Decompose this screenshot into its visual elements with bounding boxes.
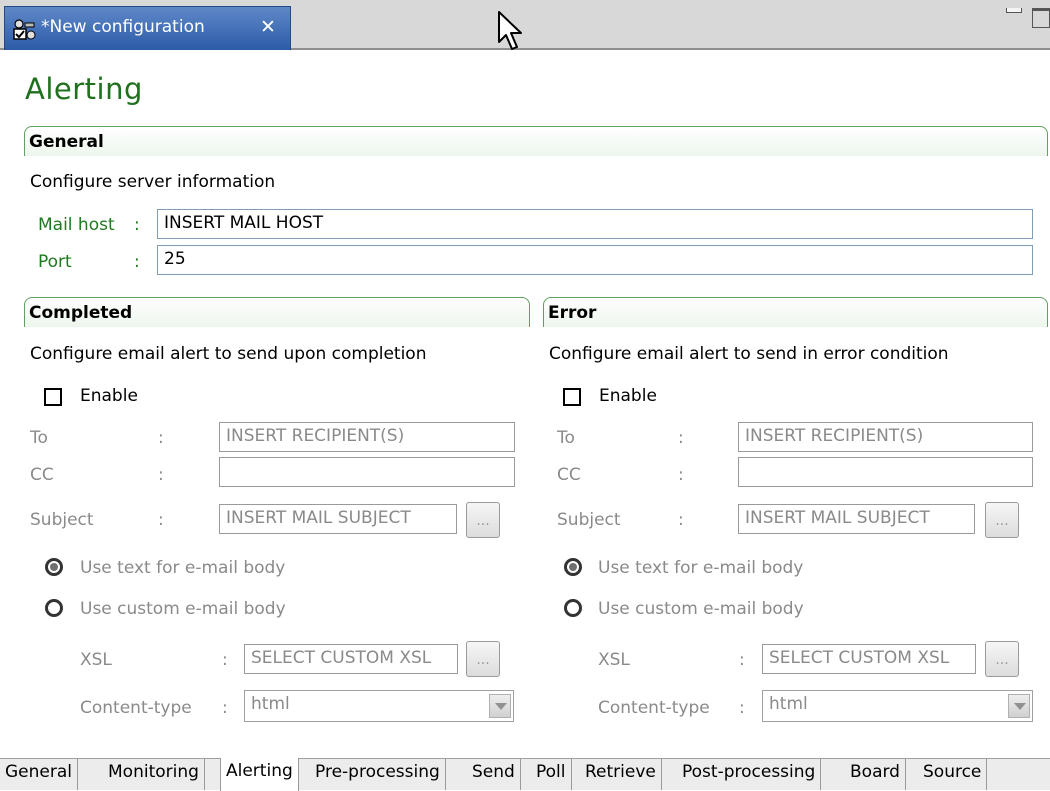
error-cc-input[interactable] — [738, 457, 1033, 487]
chevron-down-icon[interactable] — [1008, 694, 1030, 718]
tab-source[interactable]: Source — [918, 759, 988, 790]
section-title-completed: Completed — [29, 303, 133, 323]
completed-subject-label: Subject — [30, 510, 94, 530]
error-use-custom-label: Use custom e-mail body — [598, 599, 804, 619]
completed-content-type-colon: : — [222, 698, 228, 718]
error-cc-label: CC — [557, 465, 581, 485]
error-description: Configure email alert to send in error c… — [549, 344, 949, 364]
completed-cc-colon: : — [158, 465, 164, 485]
mail-host-colon: : — [134, 215, 140, 235]
completed-xsl-label: XSL — [80, 650, 112, 670]
port-colon: : — [134, 252, 140, 272]
minimize-icon[interactable] — [1006, 8, 1022, 13]
tab-general[interactable]: General — [0, 759, 78, 790]
error-subject-colon: : — [678, 510, 684, 530]
error-to-label: To — [557, 428, 575, 448]
section-header-error[interactable]: Error — [543, 297, 1048, 327]
section-header-completed[interactable]: Completed — [24, 297, 530, 327]
error-to-input[interactable]: INSERT RECIPIENT(S) — [738, 422, 1033, 452]
completed-xsl-colon: : — [222, 650, 228, 670]
completed-subject-browse-button[interactable]: ... — [466, 502, 500, 538]
error-use-custom-radio[interactable] — [564, 599, 582, 617]
completed-to-label: To — [30, 428, 48, 448]
completed-content-type-select[interactable]: html — [244, 690, 514, 722]
error-xsl-label: XSL — [598, 650, 630, 670]
completed-content-type-value: html — [251, 694, 290, 714]
section-header-general[interactable]: General — [24, 126, 1048, 156]
completed-use-text-label: Use text for e-mail body — [80, 558, 286, 578]
error-subject-input[interactable]: INSERT MAIL SUBJECT — [738, 504, 975, 534]
completed-xsl-browse-button[interactable]: ... — [466, 641, 500, 677]
completed-description: Configure email alert to send upon compl… — [30, 344, 427, 364]
maximize-icon[interactable] — [1032, 8, 1050, 28]
general-description: Configure server information — [30, 172, 276, 192]
completed-use-custom-radio[interactable] — [45, 599, 63, 617]
completed-subject-colon: : — [158, 510, 164, 530]
error-content-type-value: html — [769, 694, 808, 714]
completed-use-text-radio[interactable] — [45, 558, 63, 576]
tab-post-processing[interactable]: Post-processing — [677, 759, 822, 790]
completed-cc-input[interactable] — [219, 457, 515, 487]
error-xsl-input[interactable]: SELECT CUSTOM XSL — [762, 644, 976, 674]
completed-to-colon: : — [158, 428, 164, 448]
tab-retrieve[interactable]: Retrieve — [580, 759, 662, 790]
completed-enable-label: Enable — [80, 386, 138, 406]
completed-to-input[interactable]: INSERT RECIPIENT(S) — [219, 422, 515, 452]
editor-tabstrip: *New configuration ✕ — [0, 0, 1050, 50]
mail-host-label: Mail host — [38, 215, 115, 235]
section-title-general: General — [29, 132, 104, 152]
error-enable-label: Enable — [599, 386, 657, 406]
port-label: Port — [38, 252, 72, 272]
editor-tab-title: *New configuration — [41, 17, 205, 37]
mail-host-input[interactable]: INSERT MAIL HOST — [157, 209, 1033, 239]
tab-pre-processing[interactable]: Pre-processing — [310, 759, 446, 790]
error-use-text-radio[interactable] — [564, 558, 582, 576]
completed-subject-input[interactable]: INSERT MAIL SUBJECT — [219, 504, 457, 534]
completed-xsl-input[interactable]: SELECT CUSTOM XSL — [244, 644, 458, 674]
tab-monitoring[interactable]: Monitoring — [103, 759, 205, 790]
completed-enable-checkbox[interactable] — [44, 388, 62, 406]
tab-poll[interactable]: Poll — [531, 759, 572, 790]
tab-alerting[interactable]: Alerting — [220, 758, 299, 791]
chevron-down-icon[interactable] — [489, 694, 511, 718]
error-content-type-label: Content-type — [598, 698, 710, 718]
error-content-type-colon: : — [739, 698, 745, 718]
error-cc-colon: : — [678, 465, 684, 485]
completed-use-custom-label: Use custom e-mail body — [80, 599, 286, 619]
error-subject-label: Subject — [557, 510, 621, 530]
error-xsl-colon: : — [739, 650, 745, 670]
error-to-colon: : — [678, 428, 684, 448]
tab-send[interactable]: Send — [467, 759, 521, 790]
error-content-type-select[interactable]: html — [762, 690, 1033, 722]
tab-board[interactable]: Board — [845, 759, 906, 790]
editor-tab-new-configuration[interactable]: *New configuration ✕ — [4, 6, 291, 50]
completed-cc-label: CC — [30, 465, 54, 485]
configuration-icon — [11, 17, 37, 43]
error-xsl-browse-button[interactable]: ... — [985, 641, 1019, 677]
page-tabs: General Monitoring Alerting Pre-processi… — [0, 758, 1050, 791]
section-title-error: Error — [548, 303, 597, 323]
page-title: Alerting — [25, 72, 143, 106]
error-subject-browse-button[interactable]: ... — [985, 502, 1019, 538]
completed-content-type-label: Content-type — [80, 698, 192, 718]
error-enable-checkbox[interactable] — [563, 388, 581, 406]
error-use-text-label: Use text for e-mail body — [598, 558, 804, 578]
mouse-cursor-icon — [497, 10, 525, 52]
port-input[interactable]: 25 — [157, 245, 1033, 275]
close-icon[interactable]: ✕ — [260, 16, 276, 38]
